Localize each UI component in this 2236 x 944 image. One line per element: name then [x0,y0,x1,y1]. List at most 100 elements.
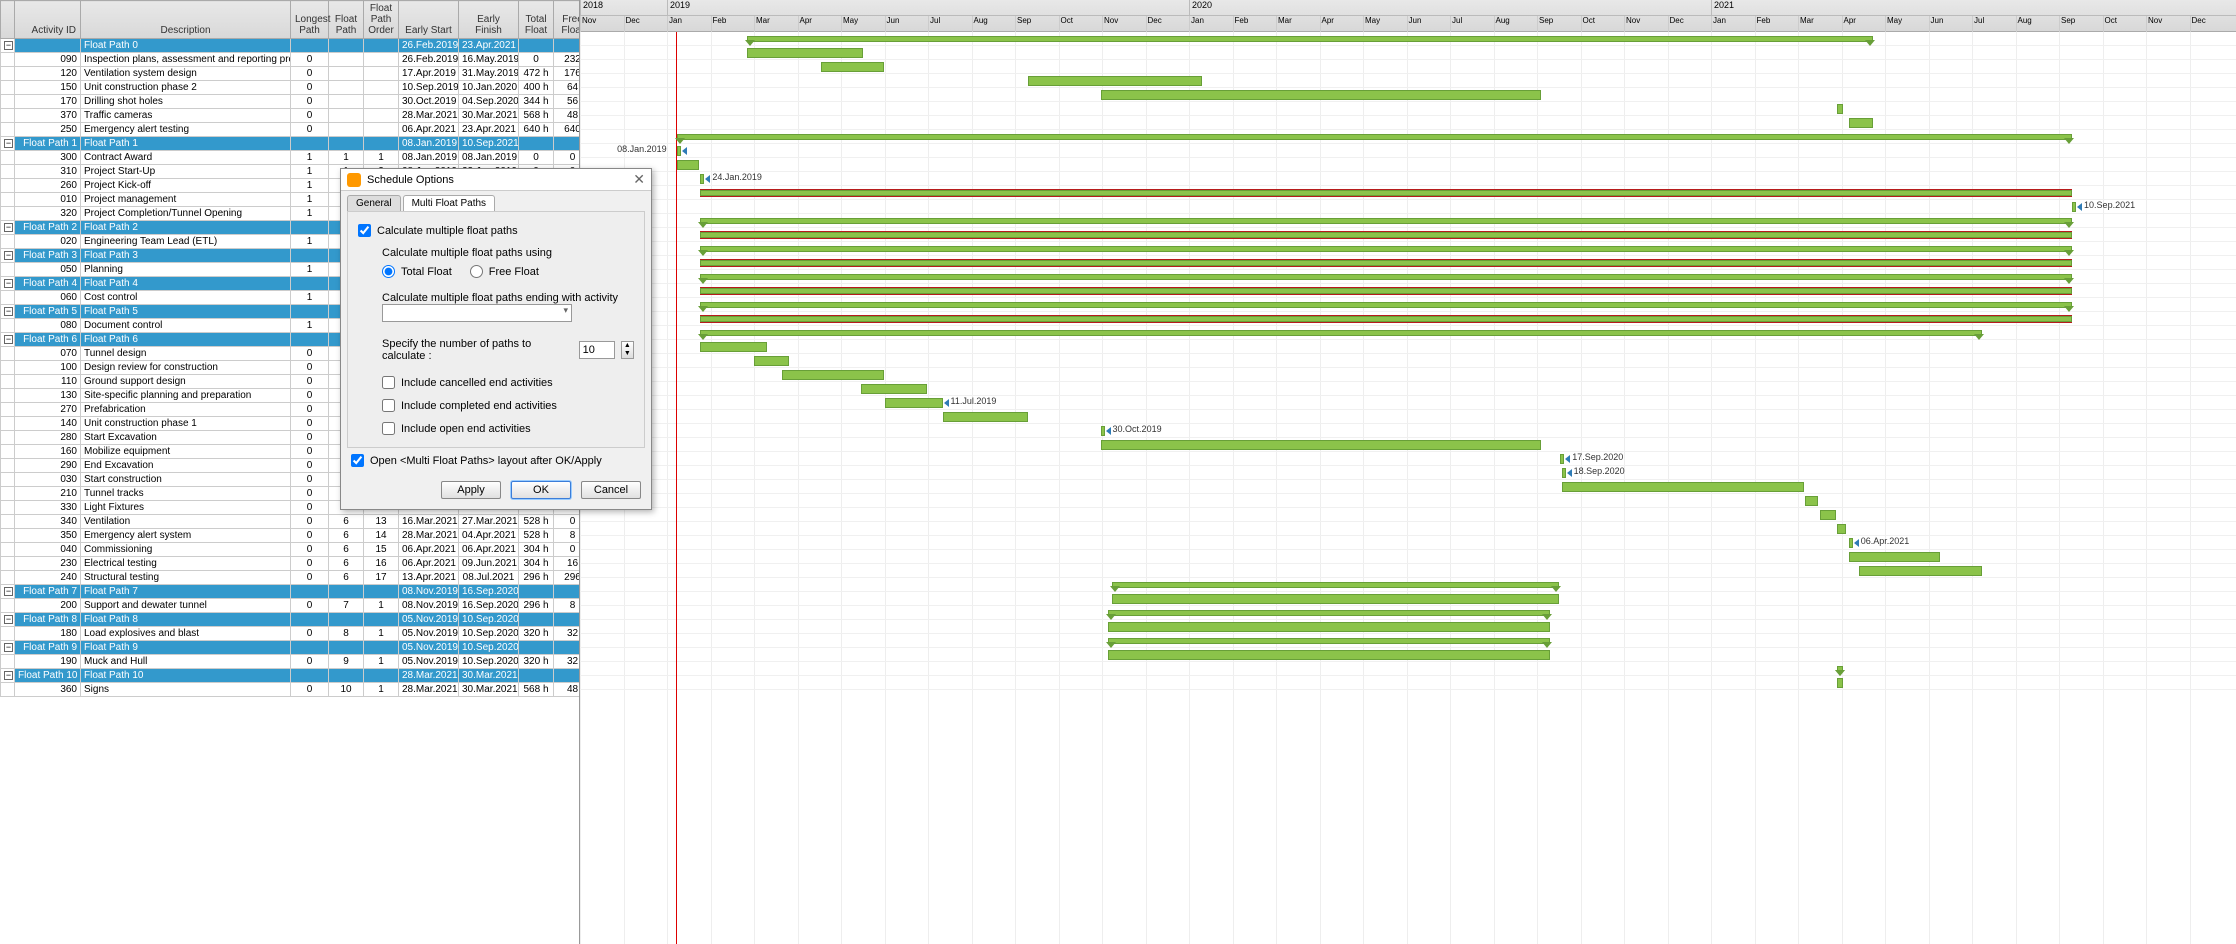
collapse-icon[interactable]: − [4,587,13,596]
th-description[interactable]: Description [81,1,291,39]
table-row[interactable]: 350Emergency alert system061428.Mar.2021… [1,529,581,543]
gantt-bar[interactable] [747,48,863,58]
table-row[interactable]: 240Structural testing061713.Apr.202108.J… [1,571,581,585]
gantt-bar[interactable] [700,190,2072,196]
table-row[interactable]: 120Ventilation system design017.Apr.2019… [1,67,581,81]
apply-button[interactable]: Apply [441,481,501,499]
gantt-bar[interactable] [1849,538,1853,548]
table-row[interactable]: 230Electrical testing061606.Apr.202109.J… [1,557,581,571]
table-row[interactable]: 090Inspection plans, assessment and repo… [1,53,581,67]
table-row[interactable]: 180Load explosives and blast08105.Nov.20… [1,627,581,641]
input-paths-count[interactable] [579,341,615,359]
table-row[interactable]: 300Contract Award11108.Jan.201908.Jan.20… [1,151,581,165]
gantt-bar[interactable] [700,316,2072,322]
gantt-bar[interactable] [1849,118,1874,128]
group-row[interactable]: −Float Path 9Float Path 905.Nov.201910.S… [1,641,581,655]
th-float-path-order[interactable]: Float PathOrder [364,1,399,39]
table-row[interactable]: 340Ventilation061316.Mar.202127.Mar.2021… [1,515,581,529]
gantt-bar[interactable] [1028,76,1202,86]
table-row[interactable]: 190Muck and Hull09105.Nov.201910.Sep.202… [1,655,581,669]
gantt-bar[interactable] [782,370,885,380]
table-row[interactable]: 150Unit construction phase 2010.Sep.2019… [1,81,581,95]
gantt-bar[interactable] [700,274,2072,280]
gantt-bar[interactable] [700,218,2072,224]
chk-calc-multi[interactable] [358,224,371,237]
gantt-bar[interactable] [1101,440,1542,450]
th-free-float[interactable]: Free Float [554,1,581,39]
gantt-bar[interactable] [700,232,2072,238]
gantt-bar[interactable] [1108,610,1550,616]
chk-open-layout[interactable] [351,454,364,467]
combo-ending-activity[interactable] [382,304,572,322]
collapse-icon[interactable]: − [4,307,13,316]
collapse-icon[interactable]: − [4,223,13,232]
group-row[interactable]: −Float Path 7Float Path 708.Nov.201916.S… [1,585,581,599]
tab-general[interactable]: General [347,195,401,211]
gantt-bar[interactable] [700,246,2072,252]
radio-total-float[interactable] [382,265,395,278]
gantt-bar[interactable] [700,330,1982,336]
table-row[interactable]: 360Signs010128.Mar.202130.Mar.2021568 h4… [1,683,581,697]
gantt-bar[interactable] [1108,638,1550,644]
chk-open-end[interactable] [382,422,395,435]
gantt-bar[interactable] [1112,582,1559,588]
gantt-bar[interactable] [1837,104,1843,114]
gantt-bar[interactable] [1837,678,1843,688]
gantt-chart-body[interactable]: 08.Jan.201924.Jan.201910.Sep.202111.Jul.… [580,32,2236,944]
gantt-bar[interactable] [861,384,926,394]
th-total-float[interactable]: TotalFloat [519,1,554,39]
gantt-bar[interactable] [677,146,681,156]
th-longest-path[interactable]: LongestPath [291,1,329,39]
group-row[interactable]: −Float Path 8Float Path 805.Nov.201910.S… [1,613,581,627]
gantt-bar[interactable] [943,412,1029,422]
gantt-bar[interactable] [1112,594,1559,604]
ok-button[interactable]: OK [511,481,571,499]
gantt-bar[interactable] [1562,468,1566,478]
gantt-bar[interactable] [1560,454,1564,464]
collapse-icon[interactable]: − [4,139,13,148]
gantt-bar[interactable] [700,302,2072,308]
table-row[interactable]: 370Traffic cameras028.Mar.202130.Mar.202… [1,109,581,123]
gantt-bar[interactable] [1108,622,1550,632]
close-icon[interactable]: ✕ [633,171,645,188]
th-activity-id[interactable]: Activity ID [15,1,81,39]
collapse-icon[interactable]: − [4,615,13,624]
gantt-bar[interactable] [700,342,767,352]
gantt-bar[interactable] [747,36,1874,42]
gantt-bar[interactable] [1837,524,1846,534]
gantt-bar[interactable] [700,174,704,184]
table-row[interactable]: 250Emergency alert testing006.Apr.202123… [1,123,581,137]
th-early-finish[interactable]: Early Finish [459,1,519,39]
radio-free-float[interactable] [470,265,483,278]
collapse-icon[interactable]: − [4,671,13,680]
gantt-bar[interactable] [1805,496,1818,506]
gantt-bar[interactable] [1820,510,1836,520]
gantt-bar[interactable] [821,62,885,72]
gantt-bar[interactable] [2072,202,2076,212]
gantt-bar[interactable] [1859,566,1982,576]
tab-multi-float-paths[interactable]: Multi Float Paths [403,195,495,211]
collapse-icon[interactable]: − [4,643,13,652]
collapse-icon[interactable]: − [4,279,13,288]
gantt-bar[interactable] [1101,426,1105,436]
gantt-bar[interactable] [677,160,699,170]
table-row[interactable]: 040Commissioning061506.Apr.202106.Apr.20… [1,543,581,557]
spinner-buttons[interactable]: ▲▼ [621,341,634,359]
table-row[interactable]: 200Support and dewater tunnel07108.Nov.2… [1,599,581,613]
group-row[interactable]: −Float Path 1Float Path 108.Jan.201910.S… [1,137,581,151]
collapse-icon[interactable]: − [4,335,13,344]
gantt-bar[interactable] [700,288,2072,294]
gantt-bar[interactable] [700,260,2072,266]
gantt-bar[interactable] [885,398,943,408]
chk-completed[interactable] [382,399,395,412]
th-float-path[interactable]: Float Path [329,1,364,39]
gantt-bar[interactable] [1101,90,1542,100]
group-row[interactable]: −Float Path 026.Feb.201923.Apr.2021 [1,39,581,53]
group-row[interactable]: −Float Path 10Float Path 1028.Mar.202130… [1,669,581,683]
gantt-bar[interactable] [754,356,789,366]
gantt-bar[interactable] [1562,482,1804,492]
chk-cancelled[interactable] [382,376,395,389]
dialog-titlebar[interactable]: Schedule Options ✕ [341,169,651,191]
table-row[interactable]: 170Drilling shot holes030.Oct.201904.Sep… [1,95,581,109]
th-early-start[interactable]: Early Start [399,1,459,39]
